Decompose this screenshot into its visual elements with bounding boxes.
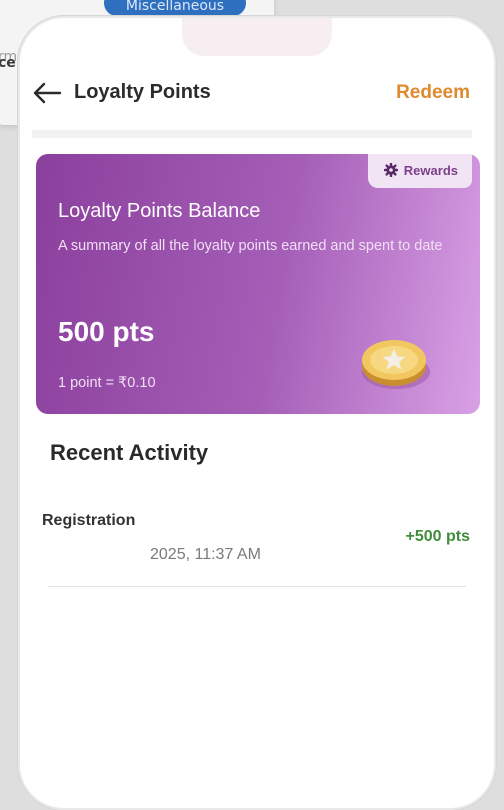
page-title: Loyalty Points (74, 81, 211, 103)
rewards-badge-label: Rewards (403, 163, 458, 178)
coin-icon (362, 340, 430, 389)
phone-notch (182, 18, 332, 56)
activity-date: 2025, 11:37 AM (150, 546, 261, 563)
balance-card-title: Loyalty Points Balance (58, 200, 261, 222)
loyalty-balance-card: Rewards Loyalty Points Balance A summary… (36, 154, 480, 414)
activity-name: Registration (42, 512, 136, 529)
header-divider (32, 130, 472, 138)
gear-icon (383, 162, 399, 178)
activity-divider (48, 586, 466, 587)
background-text-line-2: ce (0, 55, 16, 71)
redeem-button[interactable]: Redeem (396, 82, 470, 104)
recent-activity-title: Recent Activity (50, 440, 209, 465)
balance-card-subtitle: A summary of all the loyalty points earn… (58, 238, 443, 254)
phone-frame: Loyalty Points Redeem Rewards Loyalty Po… (18, 16, 496, 810)
app-header: Loyalty Points Redeem (32, 68, 472, 130)
arrow-left-icon[interactable] (32, 81, 62, 105)
rewards-badge[interactable]: Rewards (367, 154, 472, 188)
background-category-pill: Miscellaneous (104, 0, 246, 16)
activity-points: +500 pts (405, 528, 470, 545)
activity-list-item[interactable]: Registration 2025, 11:37 AM +500 pts (42, 508, 472, 588)
background-text-line-2-label: ce (0, 55, 16, 71)
points-balance: 500 pts (58, 316, 155, 347)
points-conversion-rate: 1 point = ₹0.10 (58, 375, 156, 391)
